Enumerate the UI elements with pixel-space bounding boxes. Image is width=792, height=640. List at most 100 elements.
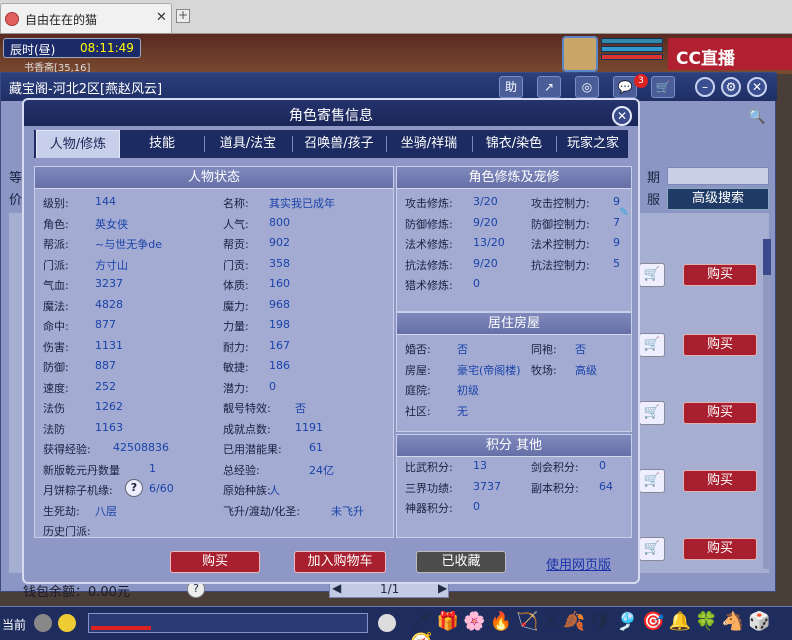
info-value: 方寸山 xyxy=(95,258,128,272)
panel-title: 角色修炼及宠修 xyxy=(397,167,631,189)
scroll-thumb[interactable] xyxy=(763,239,771,275)
tab-items[interactable]: 道具/法宝 xyxy=(206,130,290,158)
info-row: 魔法: 4828 xyxy=(43,298,123,314)
browser-tab[interactable]: 自由在在的猫 ✕ xyxy=(0,3,172,33)
minimize-button[interactable]: – xyxy=(695,77,715,97)
advanced-search-button[interactable]: 高级搜索 xyxy=(667,188,769,210)
microphone-icon[interactable] xyxy=(34,614,52,632)
info-row: 飞升/渡劫/化圣: 未飞升 xyxy=(223,503,364,519)
info-row: 攻击控制力: 9 xyxy=(531,195,620,211)
tab-mounts[interactable]: 坐骑/祥瑞 xyxy=(388,130,470,158)
info-key: 魔力: xyxy=(223,299,249,313)
cart-icon[interactable]: 🛒 xyxy=(639,333,665,357)
cart-icon[interactable]: 🛒 xyxy=(639,263,665,287)
tab-close-icon[interactable]: ✕ xyxy=(156,10,167,25)
info-key: 门贡: xyxy=(223,258,249,272)
info-row: 抗法控制力: 5 xyxy=(531,257,620,273)
info-value: 902 xyxy=(269,236,290,249)
tab-home[interactable]: 玩家之家 xyxy=(558,130,628,158)
buy-button[interactable]: 购买 xyxy=(683,538,757,560)
tab-character[interactable]: 人物/修炼 xyxy=(36,130,120,158)
emoji-icon[interactable] xyxy=(58,614,76,632)
info-value: 否 xyxy=(457,343,468,356)
pet-icon[interactable] xyxy=(378,614,396,632)
info-key: 新版乾元丹数量 xyxy=(43,463,120,477)
info-value: 968 xyxy=(269,297,290,311)
cart-icon[interactable]: 🛒 xyxy=(639,537,665,561)
chat-channel[interactable]: 当前 xyxy=(2,616,26,633)
info-key: 神器积分: xyxy=(405,502,453,515)
info-key: 比武积分: xyxy=(405,461,453,474)
settings-button[interactable]: ⚙ xyxy=(721,77,741,97)
buy-button[interactable]: 购买 xyxy=(170,551,260,573)
info-value: 高级 xyxy=(575,363,597,377)
info-value: 24亿 xyxy=(309,463,334,477)
info-value: 豪宅(帝阁楼) xyxy=(457,363,521,377)
info-row: 角色: 英女侠 xyxy=(43,216,128,232)
game-time-label: 辰时(昼) xyxy=(10,43,56,57)
cart-tool-button[interactable]: 🛒 xyxy=(651,76,675,98)
info-key: 法伤 xyxy=(43,402,65,415)
tab-skills[interactable]: 技能 xyxy=(126,130,198,158)
info-row: 抗法修炼: 9/20 xyxy=(405,257,498,273)
buy-button[interactable]: 购买 xyxy=(683,470,757,492)
info-row: 帮派: ~与世无争de xyxy=(43,236,162,252)
info-key: 社区: xyxy=(405,404,431,418)
buy-button[interactable]: 购买 xyxy=(683,402,757,424)
info-value: 初级 xyxy=(457,384,479,397)
help-icon[interactable]: ? xyxy=(125,479,143,497)
info-key: 耐力: xyxy=(223,340,249,354)
help-tool-button[interactable]: 助 xyxy=(499,76,523,98)
list-scrollbar[interactable] xyxy=(763,239,771,569)
cart-icon[interactable]: 🛒 xyxy=(639,401,665,425)
list-item: 🛒 购买 xyxy=(639,263,769,293)
info-value: 5 xyxy=(613,256,620,270)
cart-icon[interactable]: 🛒 xyxy=(639,469,665,493)
info-row: 门贡: 358 xyxy=(223,257,290,273)
input-strip[interactable] xyxy=(88,613,368,633)
page-indicator: 1/1 xyxy=(380,582,400,596)
tab-title: 自由在在的猫 xyxy=(25,13,98,27)
info-value: 1 xyxy=(149,461,156,475)
info-key: 防御: xyxy=(43,361,69,374)
tab-separator xyxy=(472,136,473,152)
player-avatar[interactable] xyxy=(562,36,598,72)
period-field[interactable] xyxy=(667,167,769,185)
info-row: 历史门派: xyxy=(43,523,91,539)
favorited-button[interactable]: 已收藏 xyxy=(416,551,506,573)
tab-pets[interactable]: 召唤兽/孩子 xyxy=(294,130,384,158)
close-button[interactable]: ✕ xyxy=(747,77,767,97)
info-key: 生死劫: xyxy=(43,504,80,518)
buy-button[interactable]: 购买 xyxy=(683,264,757,286)
list-item: 🛒 购买 xyxy=(639,333,769,363)
info-key: 法术控制力: xyxy=(531,238,590,251)
info-value: 358 xyxy=(269,256,290,270)
info-row: 生死劫: 八层 xyxy=(43,503,117,519)
info-row: 气血: 3237 xyxy=(43,277,123,293)
add-to-cart-button[interactable]: 加入购物车 xyxy=(294,551,386,573)
new-tab-button[interactable]: + xyxy=(176,9,190,23)
buy-button[interactable]: 购买 xyxy=(683,334,757,356)
info-row: 婚否: 否 xyxy=(405,341,468,357)
filter-label-price: 价 xyxy=(9,193,23,208)
tab-outfits[interactable]: 锦衣/染色 xyxy=(474,130,554,158)
tab-separator xyxy=(386,136,387,152)
filter-label-period: 期 xyxy=(647,171,661,186)
modal-close-icon[interactable]: ✕ xyxy=(612,106,632,126)
web-version-link[interactable]: 使用网页版 xyxy=(546,554,611,573)
search-icon[interactable]: 🔍 xyxy=(745,109,769,127)
info-value: 0 xyxy=(269,379,276,393)
info-value: 9 xyxy=(613,236,620,249)
record-tool-button[interactable]: ◎ xyxy=(575,76,599,98)
share-tool-button[interactable]: ↗ xyxy=(537,76,561,98)
skill-shortcut-bar[interactable]: 🗡🎁🌸🔥🏹⚔🍂🛡🎐🎯🔔🍀🐴🎲🧭 xyxy=(410,611,792,640)
info-key: 防御控制力: xyxy=(531,217,590,231)
info-key: 潜力: xyxy=(223,381,249,395)
info-value: 八层 xyxy=(95,504,117,518)
info-value: 无 xyxy=(457,404,468,418)
info-key: 体质: xyxy=(223,279,249,292)
info-row: 猎术修炼: 0 xyxy=(405,277,480,293)
info-row: 魔力: 968 xyxy=(223,298,290,314)
info-row: 帮贡: 902 xyxy=(223,236,290,252)
info-key: 法防 xyxy=(43,422,65,436)
